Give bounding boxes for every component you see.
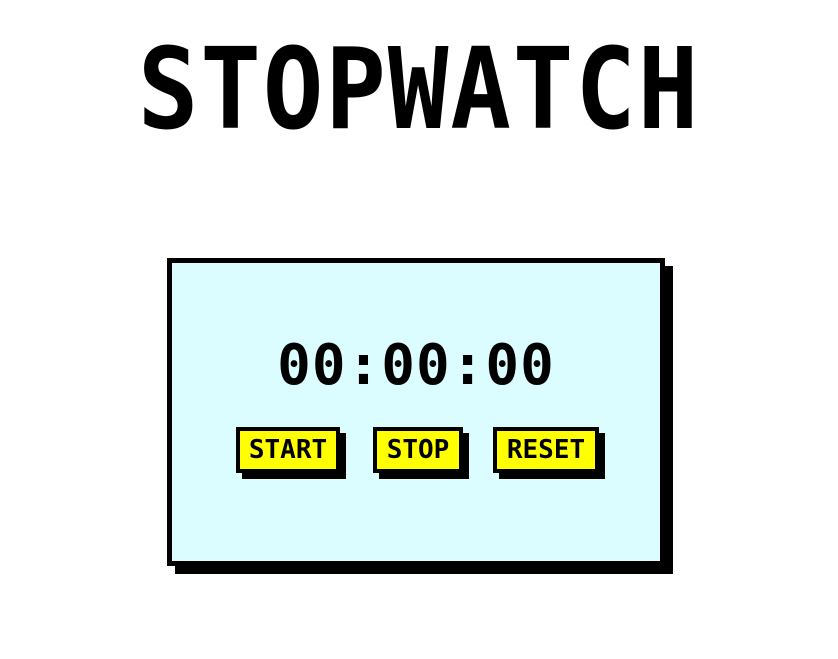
start-button[interactable]: START — [236, 427, 340, 473]
page-title: STOPWATCH — [137, 25, 701, 155]
time-display: 00:00:00 — [277, 333, 555, 398]
stopwatch-panel: 00:00:00 START STOP RESET — [167, 258, 665, 566]
stop-button[interactable]: STOP — [373, 427, 463, 473]
reset-button[interactable]: RESET — [493, 427, 599, 473]
